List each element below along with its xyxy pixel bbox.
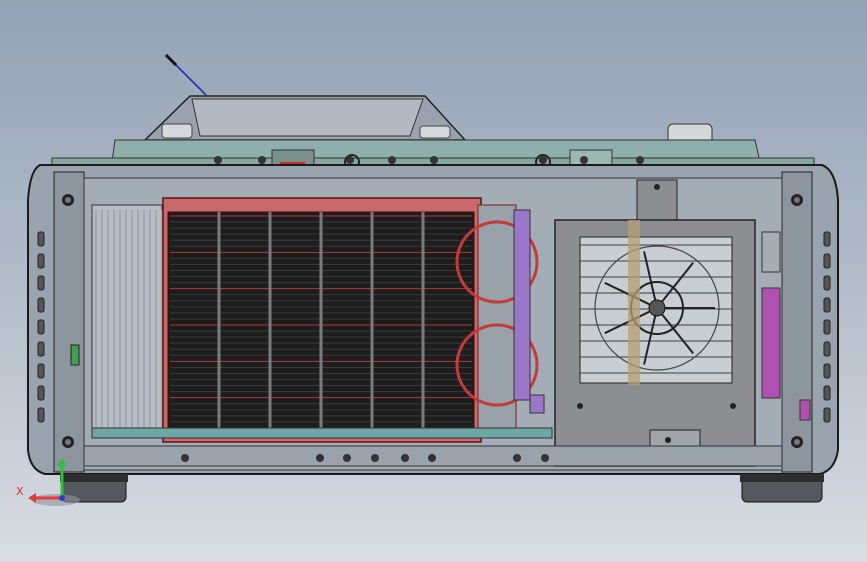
- floor-shadow: [32, 494, 80, 506]
- left-vent-slot: [37, 407, 45, 423]
- bottom-screw: [371, 454, 379, 462]
- right-vent-slot: [823, 407, 831, 423]
- top-screw: [430, 156, 438, 164]
- green-connector: [70, 344, 80, 366]
- left-vent-slot: [37, 275, 45, 291]
- probe-rod: [164, 53, 207, 96]
- right-vent-slot: [823, 385, 831, 401]
- left-vent-slot: [37, 231, 45, 247]
- left-vent-slot: [37, 297, 45, 313]
- right-vent-slot: [823, 253, 831, 269]
- heatsink-assembly: [162, 197, 482, 443]
- bottom-screw: [428, 454, 436, 462]
- bottom-screw: [316, 454, 324, 462]
- fan-housing: [554, 179, 756, 467]
- cad-viewport[interactable]: X: [0, 0, 867, 562]
- right-vent-slot: [823, 231, 831, 247]
- bottom-screw: [541, 454, 549, 462]
- right-vent-slot: [823, 363, 831, 379]
- top-screw: [539, 156, 547, 164]
- x-axis-label: X: [16, 485, 24, 498]
- top-screw: [258, 156, 266, 164]
- z-axis-dot: [59, 495, 65, 501]
- right-vent-slot: [823, 275, 831, 291]
- left-vent-slot: [37, 319, 45, 335]
- right-vent-slot: [823, 341, 831, 357]
- bottom-screw: [181, 454, 189, 462]
- right-side-rail: [823, 231, 831, 423]
- right-vent-slot: [823, 319, 831, 335]
- bottom-screw: [343, 454, 351, 462]
- projector-assembly-drawing: [27, 53, 839, 506]
- left-vent-slot: [37, 253, 45, 269]
- left-side-rail: [37, 231, 45, 423]
- top-hood: [143, 95, 467, 141]
- left-vent-slot: [37, 385, 45, 401]
- bottom-screw: [513, 454, 521, 462]
- bottom-screw: [401, 454, 409, 462]
- right-vent-slot: [823, 297, 831, 313]
- top-screw: [388, 156, 396, 164]
- left-panel: [91, 204, 163, 436]
- top-screw: [214, 156, 222, 164]
- top-screw: [580, 156, 588, 164]
- left-vent-slot: [37, 341, 45, 357]
- left-vent-slot: [37, 363, 45, 379]
- top-screw: [636, 156, 644, 164]
- right-foot: [740, 474, 824, 503]
